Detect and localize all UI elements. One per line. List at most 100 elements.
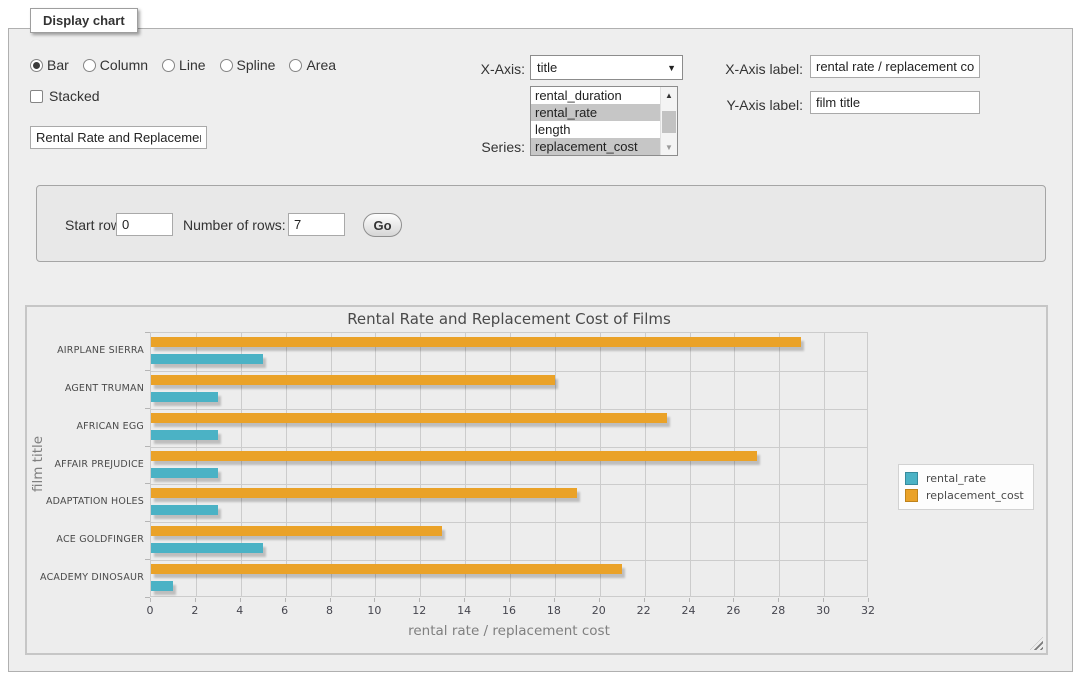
radio-column-label: Column bbox=[100, 57, 148, 73]
radio-bar[interactable]: Bar bbox=[30, 57, 69, 73]
x-tick-mark bbox=[150, 598, 151, 602]
x-tick-mark bbox=[733, 598, 734, 602]
radio-line-icon[interactable] bbox=[162, 59, 175, 72]
go-button[interactable]: Go bbox=[363, 213, 402, 237]
category-label: AIRPLANE SIERRA bbox=[27, 345, 144, 356]
scroll-down-icon[interactable]: ▼ bbox=[661, 139, 677, 155]
bar-replacement_cost bbox=[151, 337, 801, 347]
category-label: AGENT TRUMAN bbox=[27, 383, 144, 394]
x-tick-mark bbox=[778, 598, 779, 602]
series-scrollbar[interactable]: ▲ ▼ bbox=[660, 87, 677, 155]
x-tick-mark bbox=[285, 598, 286, 602]
bar-replacement_cost bbox=[151, 451, 757, 461]
x-tick-mark bbox=[599, 598, 600, 602]
x-tick-mark bbox=[330, 598, 331, 602]
series-option-rental-duration[interactable]: rental_duration bbox=[531, 87, 660, 104]
radio-spline[interactable]: Spline bbox=[220, 57, 276, 73]
x-tick-label: 18 bbox=[539, 604, 569, 617]
gridline bbox=[151, 522, 867, 523]
series-list-label: Series: bbox=[455, 139, 525, 155]
gridline bbox=[510, 333, 511, 596]
x-tick-label: 2 bbox=[180, 604, 210, 617]
stacked-row: Stacked bbox=[30, 88, 100, 104]
x-tick-label: 6 bbox=[270, 604, 300, 617]
series-option-rental-rate[interactable]: rental_rate bbox=[531, 104, 660, 121]
gridline bbox=[555, 333, 556, 596]
radio-area-icon[interactable] bbox=[289, 59, 302, 72]
x-tick-label: 30 bbox=[808, 604, 838, 617]
y-tick-mark bbox=[145, 332, 150, 333]
x-axis-select-label: X-Axis: bbox=[455, 61, 525, 77]
gridline bbox=[375, 333, 376, 596]
num-rows-label: Number of rows: bbox=[183, 217, 286, 233]
series-option-replacement-cost[interactable]: replacement_cost bbox=[531, 138, 660, 155]
x-tick-label: 22 bbox=[629, 604, 659, 617]
y-axis-label-input[interactable] bbox=[810, 91, 980, 114]
chart-title-input[interactable] bbox=[30, 126, 207, 149]
radio-line[interactable]: Line bbox=[162, 57, 205, 73]
radio-area-label: Area bbox=[306, 57, 336, 73]
num-rows-input[interactable] bbox=[288, 213, 345, 236]
y-tick-mark bbox=[145, 370, 150, 371]
y-axis-label-caption: Y-Axis label: bbox=[710, 97, 803, 113]
x-tick-label: 32 bbox=[853, 604, 883, 617]
panel-legend: Display chart bbox=[30, 8, 138, 33]
gridline bbox=[645, 333, 646, 596]
bar-replacement_cost bbox=[151, 488, 577, 498]
scrollbar-thumb[interactable] bbox=[662, 111, 676, 133]
stacked-checkbox[interactable] bbox=[30, 90, 43, 103]
x-tick-mark bbox=[374, 598, 375, 602]
legend-row: rental_rate bbox=[905, 470, 1024, 487]
scroll-up-icon[interactable]: ▲ bbox=[661, 87, 677, 103]
x-tick-mark bbox=[464, 598, 465, 602]
chart-title: Rental Rate and Replacement Cost of Film… bbox=[150, 310, 868, 328]
bar-replacement_cost bbox=[151, 413, 667, 423]
x-tick-label: 8 bbox=[315, 604, 345, 617]
radio-spline-icon[interactable] bbox=[220, 59, 233, 72]
x-tick-label: 0 bbox=[135, 604, 165, 617]
radio-spline-label: Spline bbox=[237, 57, 276, 73]
radio-column-icon[interactable] bbox=[83, 59, 96, 72]
x-tick-mark bbox=[419, 598, 420, 602]
x-axis-label-input[interactable] bbox=[810, 55, 980, 78]
stacked-label: Stacked bbox=[49, 88, 100, 104]
radio-column[interactable]: Column bbox=[83, 57, 148, 73]
bar-rental_rate bbox=[151, 430, 218, 440]
gridline bbox=[734, 333, 735, 596]
series-option-length[interactable]: length bbox=[531, 121, 660, 138]
gridline bbox=[151, 371, 867, 372]
legend-label: rental_rate bbox=[918, 472, 986, 485]
gridline bbox=[779, 333, 780, 596]
radio-bar-icon[interactable] bbox=[30, 59, 43, 72]
bar-rental_rate bbox=[151, 543, 263, 553]
y-tick-mark bbox=[145, 446, 150, 447]
x-tick-mark bbox=[554, 598, 555, 602]
x-tick-mark bbox=[240, 598, 241, 602]
chart-yaxis-label: film title bbox=[30, 424, 46, 504]
x-tick-label: 28 bbox=[763, 604, 793, 617]
radio-area[interactable]: Area bbox=[289, 57, 336, 73]
gridline bbox=[600, 333, 601, 596]
legend-label: replacement_cost bbox=[918, 489, 1024, 502]
x-axis-select[interactable]: title ▼ bbox=[530, 55, 683, 80]
x-tick-label: 24 bbox=[674, 604, 704, 617]
bar-replacement_cost bbox=[151, 375, 555, 385]
resize-handle-icon[interactable] bbox=[1030, 637, 1043, 650]
legend-row: replacement_cost bbox=[905, 487, 1024, 504]
series-listbox[interactable]: rental_duration rental_rate length repla… bbox=[530, 86, 678, 156]
x-tick-label: 16 bbox=[494, 604, 524, 617]
y-tick-mark bbox=[145, 408, 150, 409]
bar-replacement_cost bbox=[151, 564, 622, 574]
bar-rental_rate bbox=[151, 354, 263, 364]
start-row-input[interactable] bbox=[116, 213, 173, 236]
gridline bbox=[465, 333, 466, 596]
x-tick-label: 26 bbox=[718, 604, 748, 617]
x-tick-label: 20 bbox=[584, 604, 614, 617]
gridline bbox=[286, 333, 287, 596]
y-tick-mark bbox=[145, 597, 150, 598]
category-label: ACE GOLDFINGER bbox=[27, 534, 144, 545]
chart: Rental Rate and Replacement Cost of Film… bbox=[25, 305, 1048, 655]
go-button-label: Go bbox=[373, 218, 391, 233]
dropdown-arrow-icon[interactable]: ▼ bbox=[667, 63, 676, 73]
radio-bar-label: Bar bbox=[47, 57, 69, 73]
